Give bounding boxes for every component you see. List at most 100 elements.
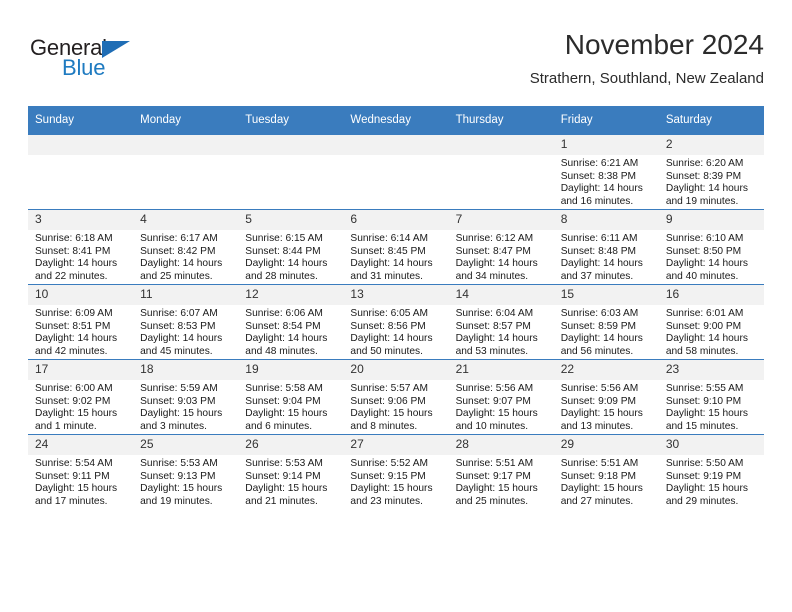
calendar-week-row: 17 Sunrise: 6:00 AM Sunset: 9:02 PM Dayligh… bbox=[28, 359, 764, 435]
calendar-day-cell[interactable]: 24 Sunrise: 5:54 AM Sunset: 9:11 PM Dayligh… bbox=[28, 434, 134, 509]
daylight-text-line1: Daylight: 15 hours bbox=[245, 408, 328, 420]
calendar-day-cell[interactable]: 18 Sunrise: 5:59 AM Sunset: 9:03 PM Dayligh… bbox=[133, 359, 239, 435]
daylight-text-line1: Daylight: 14 hours bbox=[665, 183, 748, 195]
day-number: 10 bbox=[28, 285, 134, 305]
sunrise-text: Sunrise: 6:20 AM bbox=[665, 158, 744, 169]
sunset-text: Sunset: 9:09 PM bbox=[560, 395, 637, 407]
calendar-day-cell-empty bbox=[448, 134, 554, 210]
calendar-day-cell[interactable]: 11 Sunrise: 6:07 AM Sunset: 8:53 PM Dayligh… bbox=[133, 284, 239, 360]
calendar-day-cell[interactable]: 10 Sunrise: 6:09 AM Sunset: 8:51 PM Dayligh… bbox=[28, 284, 134, 360]
day-number: 23 bbox=[658, 360, 764, 380]
sunset-text: Sunset: 9:13 PM bbox=[140, 470, 216, 482]
calendar-day-cell[interactable]: 4 Sunrise: 6:17 AM Sunset: 8:42 PM Daylight… bbox=[133, 209, 239, 285]
daylight-text-line2: and 27 minutes. bbox=[560, 495, 634, 507]
day-number: 9 bbox=[658, 210, 764, 230]
calendar-day-cell[interactable]: 29 Sunrise: 5:51 AM Sunset: 9:18 PM Dayligh… bbox=[553, 434, 659, 509]
calendar-day-cell[interactable]: 30 Sunrise: 5:50 AM Sunset: 9:19 PM Dayligh… bbox=[658, 434, 764, 509]
weekday-header-monday: Monday bbox=[133, 106, 239, 135]
sunset-text: Sunset: 8:53 PM bbox=[140, 320, 216, 332]
calendar-day-cell[interactable]: 5 Sunrise: 6:15 AM Sunset: 8:44 PM Daylight… bbox=[238, 209, 344, 285]
calendar-day-cell[interactable]: 27 Sunrise: 5:52 AM Sunset: 9:15 PM Dayligh… bbox=[343, 434, 449, 509]
day-sun-info: Sunrise: 6:14 AM Sunset: 8:45 PM Daylight:… bbox=[343, 230, 448, 283]
daylight-text-line1: Daylight: 14 hours bbox=[560, 333, 643, 345]
sunset-text: Sunset: 8:59 PM bbox=[560, 320, 637, 332]
calendar-day-cell[interactable]: 12 Sunrise: 6:06 AM Sunset: 8:54 PM Dayligh… bbox=[238, 284, 344, 360]
calendar-day-cell[interactable]: 7 Sunrise: 6:12 AM Sunset: 8:47 PM Daylight… bbox=[448, 209, 554, 285]
calendar-day-cell[interactable]: 28 Sunrise: 5:51 AM Sunset: 9:17 PM Dayligh… bbox=[448, 434, 554, 509]
day-number bbox=[238, 135, 344, 155]
calendar-day-cell[interactable]: 21 Sunrise: 5:56 AM Sunset: 9:07 PM Dayligh… bbox=[448, 359, 554, 435]
day-sun-info: Sunrise: 6:06 AM Sunset: 8:54 PM Daylight:… bbox=[238, 305, 343, 358]
sunrise-text: Sunrise: 5:59 AM bbox=[140, 383, 218, 394]
calendar-day-cell[interactable]: 22 Sunrise: 5:56 AM Sunset: 9:09 PM Dayligh… bbox=[553, 359, 659, 435]
calendar-day-cell[interactable]: 8 Sunrise: 6:11 AM Sunset: 8:48 PM Daylight… bbox=[553, 209, 659, 285]
sunset-text: Sunset: 9:11 PM bbox=[35, 470, 110, 482]
daylight-text-line2: and 17 minutes. bbox=[35, 495, 108, 507]
calendar-day-cell[interactable]: 26 Sunrise: 5:53 AM Sunset: 9:14 PM Dayligh… bbox=[238, 434, 344, 509]
daylight-text-line2: and 10 minutes. bbox=[455, 420, 529, 432]
day-number: 18 bbox=[133, 360, 239, 380]
sunrise-text: Sunrise: 5:51 AM bbox=[455, 458, 534, 469]
calendar-day-cell[interactable]: 1 Sunrise: 6:21 AM Sunset: 8:38 PM Daylight… bbox=[553, 134, 659, 210]
sunset-text: Sunset: 8:51 PM bbox=[35, 320, 111, 332]
weekday-header-friday: Friday bbox=[553, 106, 659, 135]
day-sun-info: Sunrise: 5:56 AM Sunset: 9:09 PM Daylight:… bbox=[554, 380, 659, 433]
daylight-text-line1: Daylight: 15 hours bbox=[455, 483, 538, 495]
daylight-text-line2: and 29 minutes. bbox=[665, 495, 739, 507]
daylight-text-line1: Daylight: 15 hours bbox=[35, 408, 118, 420]
sunrise-text: Sunrise: 6:03 AM bbox=[560, 308, 639, 319]
calendar-table: Sunday Monday Tuesday Wednesday Thursday… bbox=[28, 106, 764, 509]
calendar-day-cell[interactable]: 13 Sunrise: 6:05 AM Sunset: 8:56 PM Dayligh… bbox=[343, 284, 449, 360]
calendar-day-cell[interactable]: 2 Sunrise: 6:20 AM Sunset: 8:39 PM Daylight… bbox=[658, 134, 764, 210]
day-sun-info: Sunrise: 5:57 AM Sunset: 9:06 PM Daylight:… bbox=[343, 380, 448, 433]
daylight-text-line2: and 13 minutes. bbox=[560, 420, 634, 432]
calendar-day-cell[interactable]: 15 Sunrise: 6:03 AM Sunset: 8:59 PM Dayligh… bbox=[553, 284, 659, 360]
daylight-text-line2: and 19 minutes. bbox=[140, 495, 213, 507]
daylight-text-line1: Daylight: 15 hours bbox=[665, 408, 748, 420]
sunrise-text: Sunrise: 5:58 AM bbox=[245, 383, 323, 394]
calendar-day-cell[interactable]: 9 Sunrise: 6:10 AM Sunset: 8:50 PM Daylight… bbox=[658, 209, 764, 285]
weekday-header-wednesday: Wednesday bbox=[343, 106, 449, 135]
day-number: 25 bbox=[133, 435, 239, 455]
daylight-text-line1: Daylight: 14 hours bbox=[560, 183, 643, 195]
day-number: 26 bbox=[238, 435, 344, 455]
calendar-day-cell-empty bbox=[238, 134, 344, 210]
calendar-day-cell[interactable]: 19 Sunrise: 5:58 AM Sunset: 9:04 PM Dayligh… bbox=[238, 359, 344, 435]
calendar-header-row: Sunday Monday Tuesday Wednesday Thursday… bbox=[28, 106, 764, 135]
day-number: 27 bbox=[343, 435, 449, 455]
daylight-text-line1: Daylight: 15 hours bbox=[35, 483, 118, 495]
daylight-text-line1: Daylight: 14 hours bbox=[140, 333, 223, 345]
day-sun-info: Sunrise: 6:18 AM Sunset: 8:41 PM Daylight:… bbox=[28, 230, 133, 283]
calendar-day-cell[interactable]: 6 Sunrise: 6:14 AM Sunset: 8:45 PM Daylight… bbox=[343, 209, 449, 285]
sunset-text: Sunset: 8:38 PM bbox=[560, 170, 637, 182]
calendar-day-cell[interactable]: 16 Sunrise: 6:01 AM Sunset: 9:00 PM Dayligh… bbox=[658, 284, 764, 360]
day-number bbox=[343, 135, 449, 155]
page-title: November 2024 bbox=[564, 29, 764, 60]
calendar-day-cell[interactable]: 14 Sunrise: 6:04 AM Sunset: 8:57 PM Dayligh… bbox=[448, 284, 554, 360]
calendar-week-row: 10 Sunrise: 6:09 AM Sunset: 8:51 PM Dayligh… bbox=[28, 284, 764, 360]
sunset-text: Sunset: 8:48 PM bbox=[560, 245, 637, 257]
weekday-header-sunday: Sunday bbox=[28, 106, 134, 135]
sunrise-text: Sunrise: 5:53 AM bbox=[140, 458, 218, 469]
sunrise-text: Sunrise: 5:55 AM bbox=[665, 383, 744, 394]
calendar-day-cell[interactable]: 23 Sunrise: 5:55 AM Sunset: 9:10 PM Dayligh… bbox=[658, 359, 764, 435]
daylight-text-line1: Daylight: 14 hours bbox=[245, 258, 328, 270]
daylight-text-line1: Daylight: 14 hours bbox=[350, 333, 433, 345]
sunset-text: Sunset: 8:44 PM bbox=[245, 245, 321, 257]
day-number: 17 bbox=[28, 360, 134, 380]
day-sun-info: Sunrise: 5:59 AM Sunset: 9:03 PM Daylight:… bbox=[133, 380, 238, 433]
sunrise-text: Sunrise: 5:54 AM bbox=[35, 458, 113, 469]
daylight-text-line1: Daylight: 15 hours bbox=[665, 483, 748, 495]
daylight-text-line2: and 8 minutes. bbox=[350, 420, 418, 432]
brand-logo[interactable]: General Blue bbox=[30, 36, 230, 92]
calendar-day-cell[interactable]: 20 Sunrise: 5:57 AM Sunset: 9:06 PM Dayligh… bbox=[343, 359, 449, 435]
day-sun-info: Sunrise: 6:17 AM Sunset: 8:42 PM Daylight:… bbox=[133, 230, 238, 283]
calendar-day-cell[interactable]: 25 Sunrise: 5:53 AM Sunset: 9:13 PM Dayligh… bbox=[133, 434, 239, 509]
calendar-day-cell[interactable]: 17 Sunrise: 6:00 AM Sunset: 9:02 PM Dayligh… bbox=[28, 359, 134, 435]
day-number bbox=[28, 135, 134, 155]
calendar-day-cell[interactable]: 3 Sunrise: 6:18 AM Sunset: 8:41 PM Daylight… bbox=[28, 209, 134, 285]
sunset-text: Sunset: 9:02 PM bbox=[35, 395, 111, 407]
day-number: 13 bbox=[343, 285, 449, 305]
sunset-text: Sunset: 9:06 PM bbox=[350, 395, 426, 407]
title-block: November 2024 Strathern, Southland, New … bbox=[530, 28, 764, 88]
